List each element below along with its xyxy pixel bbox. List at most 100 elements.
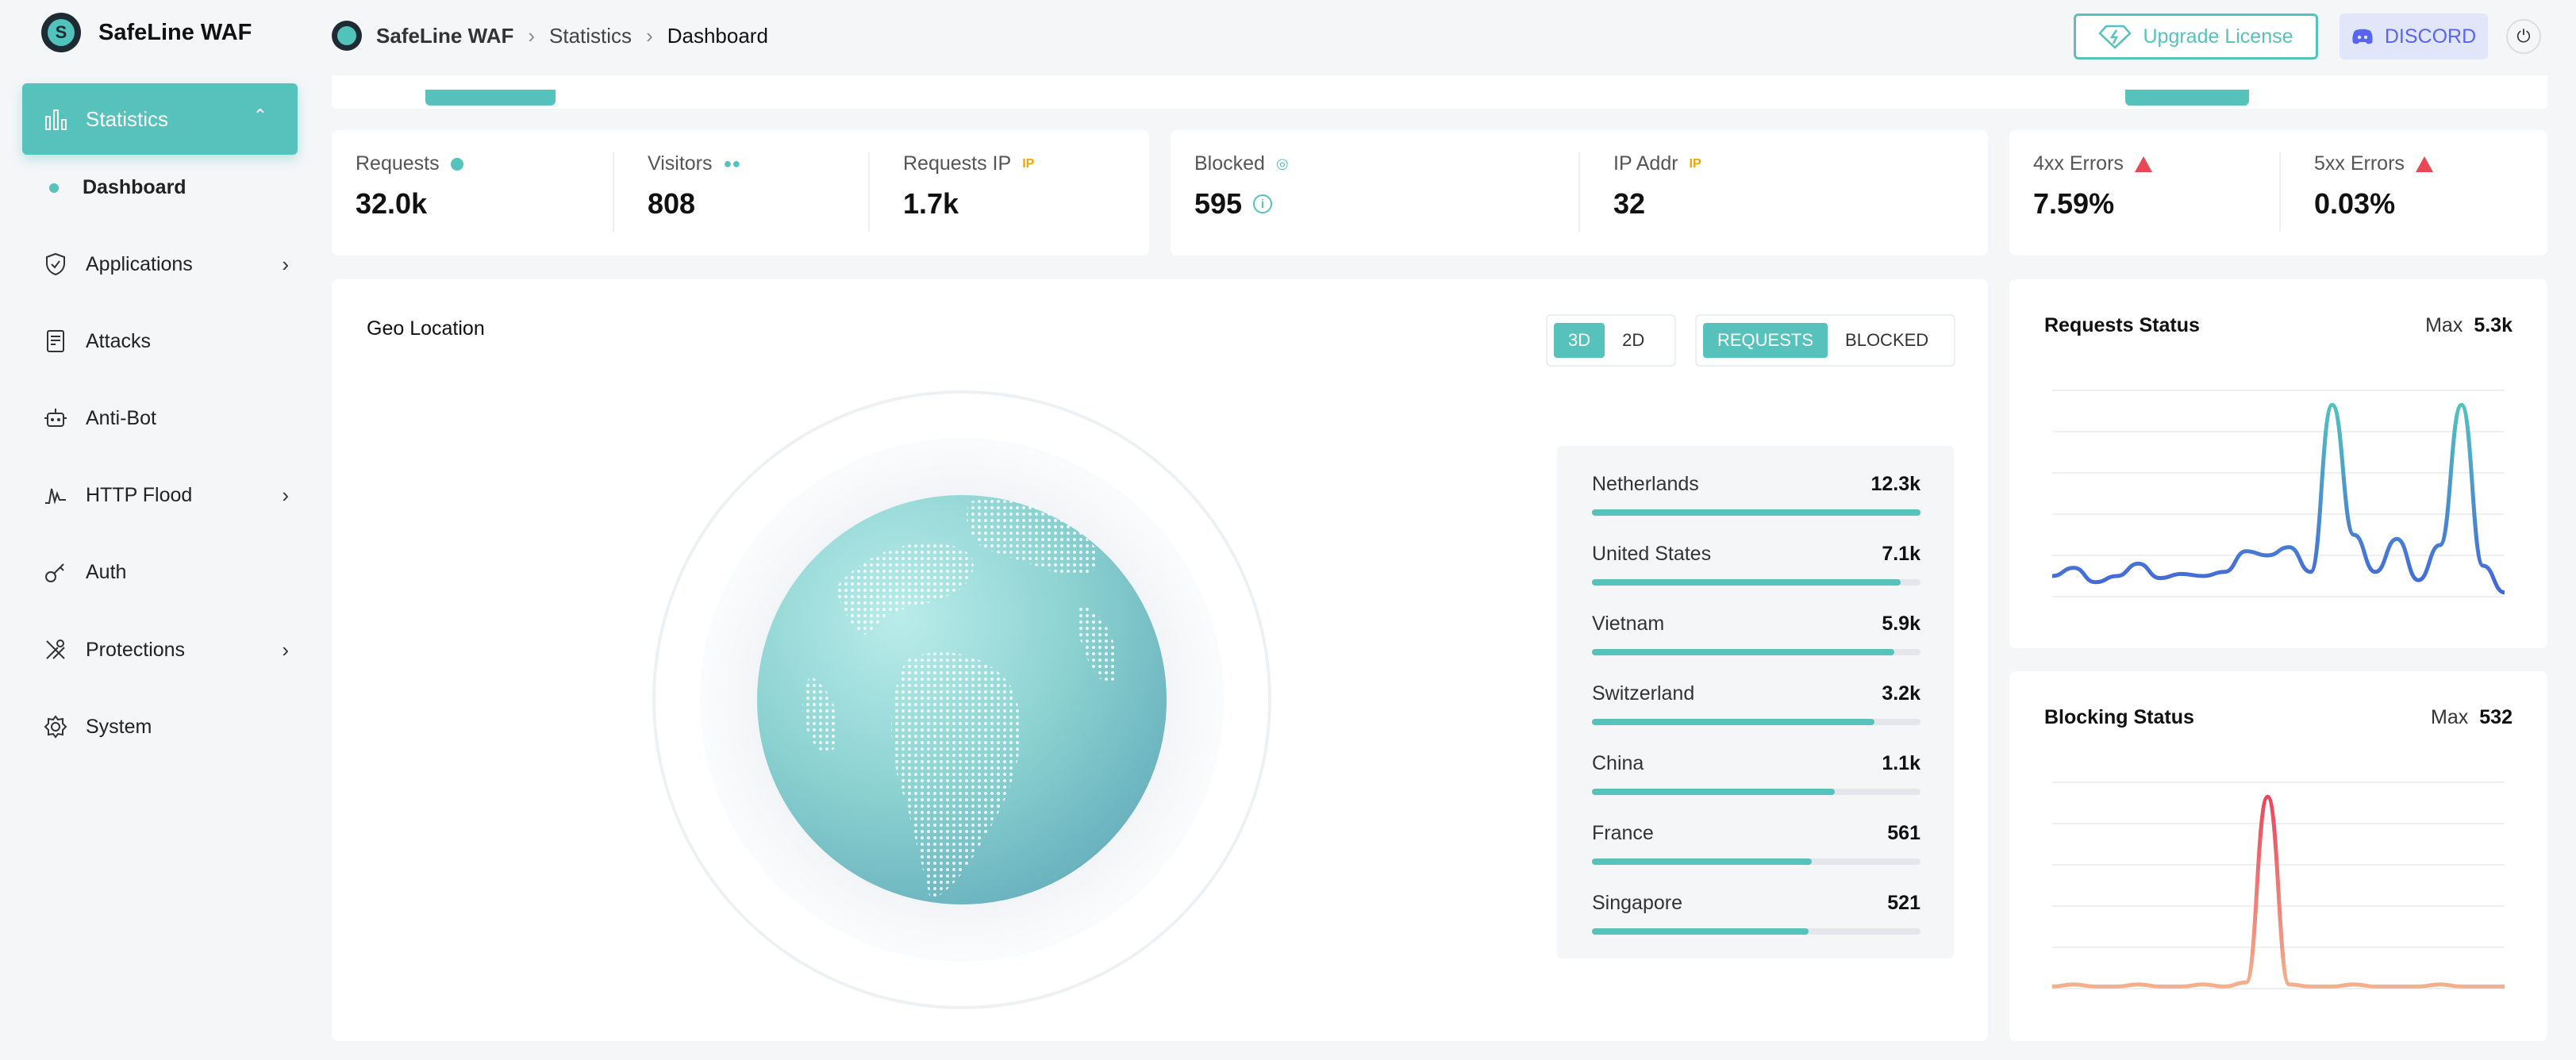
breadcrumb-separator-icon: › — [646, 23, 653, 48]
country-bar-fill — [1592, 509, 1920, 516]
sidebar-item-label: Statistics — [86, 106, 169, 131]
country-bar-track — [1592, 649, 1920, 655]
blocking-status-line-chart[interactable] — [2052, 766, 2505, 1004]
breadcrumb: SafeLine WAF › Statistics › Dashboard — [332, 21, 768, 51]
safeline-logo-icon: S — [41, 13, 81, 52]
safeline-logo-icon — [332, 21, 362, 51]
sidebar-item-attacks[interactable]: Attacks — [43, 321, 281, 361]
sidebar-item-protections[interactable]: Protections › — [43, 630, 289, 670]
series-line — [2052, 402, 2505, 595]
country-name: Singapore — [1592, 892, 1682, 914]
stat-label: Requests IP — [903, 152, 1012, 175]
country-name: Vietnam — [1592, 613, 1665, 635]
chevron-right-icon: › — [282, 252, 289, 276]
sidebar-item-label: System — [86, 715, 152, 738]
country-bar-fill — [1592, 928, 1809, 935]
pulse-icon — [45, 488, 66, 505]
divider — [868, 152, 870, 232]
country-bar-fill — [1592, 789, 1836, 795]
logout-icon[interactable]: ⏻ — [2506, 19, 2541, 54]
globe-3d[interactable] — [652, 390, 1271, 1009]
country-count: 521 — [1887, 892, 1920, 914]
stat-label: 5xx Errors — [2314, 152, 2405, 175]
toggle-blocked[interactable]: BLOCKED — [1831, 323, 1943, 358]
sidebar-item-http-flood[interactable]: HTTP Flood › — [43, 475, 289, 515]
toggle-2d[interactable]: 2D — [1608, 323, 1659, 358]
stat-4xx-errors: 4xx Errors 7.59% — [2009, 130, 2271, 255]
country-bar-track — [1592, 509, 1920, 516]
upgrade-license-button[interactable]: Upgrade License — [2074, 13, 2318, 60]
country-ranking-panel: Netherlands 12.3k United States 7.1k Vie… — [1557, 446, 1954, 958]
sidebar-subitem-label: Dashboard — [83, 176, 186, 198]
stat-value: 32.0k — [356, 187, 428, 220]
chevron-up-icon: ⌃ — [252, 106, 267, 125]
sidebar-item-label: Attacks — [86, 329, 151, 352]
max-label: Max — [2425, 314, 2463, 336]
stat-requests-ip: Requests IP IP 1.7k — [879, 130, 1133, 255]
max-label: Max — [2431, 706, 2469, 728]
sidebar-item-system[interactable]: System — [43, 707, 281, 747]
strip-button-marker — [2125, 90, 2249, 106]
traffic-stats-card: Requests 32.0k Visitors ●● 808 Requests I… — [332, 130, 1149, 255]
max-value: 532 — [2479, 706, 2513, 728]
requests-status-card: Requests Status Max 5.3k — [2009, 279, 2547, 648]
sidebar-item-applications[interactable]: Applications › — [43, 244, 289, 284]
gear-icon — [44, 715, 67, 739]
country-bar-track — [1592, 579, 1920, 586]
country-bar-fill — [1592, 579, 1901, 586]
diamond-bolt-icon — [2098, 25, 2132, 49]
breadcrumb-current: Dashboard — [667, 23, 768, 48]
sidebar-item-statistics[interactable]: Statistics ⌃ — [22, 83, 298, 155]
metric-toggle: REQUESTS BLOCKED — [1695, 314, 1955, 367]
requests-status-title: Requests Status — [2044, 314, 2200, 336]
sidebar-item-label: HTTP Flood — [86, 483, 193, 506]
toggle-3d[interactable]: 3D — [1554, 323, 1605, 358]
app-logo[interactable]: S SafeLine WAF — [41, 13, 252, 52]
fingerprint-icon: ◎ — [1275, 156, 1289, 171]
stat-label: IP Addr — [1613, 152, 1678, 175]
user-icon — [450, 157, 463, 171]
tools-icon — [46, 639, 65, 659]
country-bar-fill — [1592, 719, 1875, 725]
active-dot-icon — [49, 182, 59, 193]
bar-chart-icon — [45, 109, 67, 130]
users-icon: ●● — [723, 156, 741, 171]
country-bar-track — [1592, 789, 1920, 795]
sidebar-item-auth[interactable]: Auth — [43, 552, 281, 592]
shield-icon — [46, 252, 65, 276]
info-icon[interactable]: i — [1253, 194, 1273, 213]
robot-icon — [44, 409, 67, 427]
stat-label: Blocked — [1194, 152, 1265, 175]
country-name: China — [1592, 752, 1644, 774]
geo-location-title: Geo Location — [367, 317, 485, 340]
chevron-right-icon: › — [282, 482, 289, 507]
sidebar-subitem-dashboard[interactable]: Dashboard — [49, 176, 186, 199]
sidebar-item-label: Anti-Bot — [86, 406, 156, 429]
requests-status-max: Max 5.3k — [2425, 314, 2513, 337]
requests-status-line-chart[interactable] — [2052, 374, 2505, 613]
stat-value: 808 — [648, 187, 696, 220]
toggle-requests[interactable]: REQUESTS — [1703, 323, 1828, 358]
country-count: 3.2k — [1882, 682, 1920, 705]
country-bar-fill — [1592, 858, 1813, 865]
breadcrumb-statistics[interactable]: Statistics — [549, 24, 632, 48]
breadcrumb-root[interactable]: SafeLine WAF — [376, 24, 513, 48]
blocking-status-max: Max 532 — [2431, 706, 2513, 729]
upgrade-license-label: Upgrade License — [2143, 25, 2293, 48]
warning-icon — [2415, 156, 2433, 172]
breadcrumb-separator-icon: › — [528, 23, 536, 48]
sidebar-item-anti-bot[interactable]: Anti-Bot — [43, 398, 281, 438]
country-name: Netherlands — [1592, 473, 1699, 495]
stat-requests: Requests 32.0k — [332, 130, 613, 255]
stat-value: 595 — [1194, 187, 1243, 220]
series-line — [2052, 794, 2505, 989]
sidebar-item-label: Protections — [86, 638, 186, 661]
document-icon — [47, 330, 64, 352]
view-toggle: 3D 2D — [1546, 314, 1676, 367]
stat-value: 32 — [1613, 187, 1646, 220]
strip-tab-marker — [425, 90, 556, 106]
discord-button[interactable]: DISCORD — [2340, 13, 2488, 60]
country-count: 5.9k — [1882, 613, 1920, 635]
country-bar-track — [1592, 858, 1920, 865]
country-count: 7.1k — [1882, 543, 1920, 565]
